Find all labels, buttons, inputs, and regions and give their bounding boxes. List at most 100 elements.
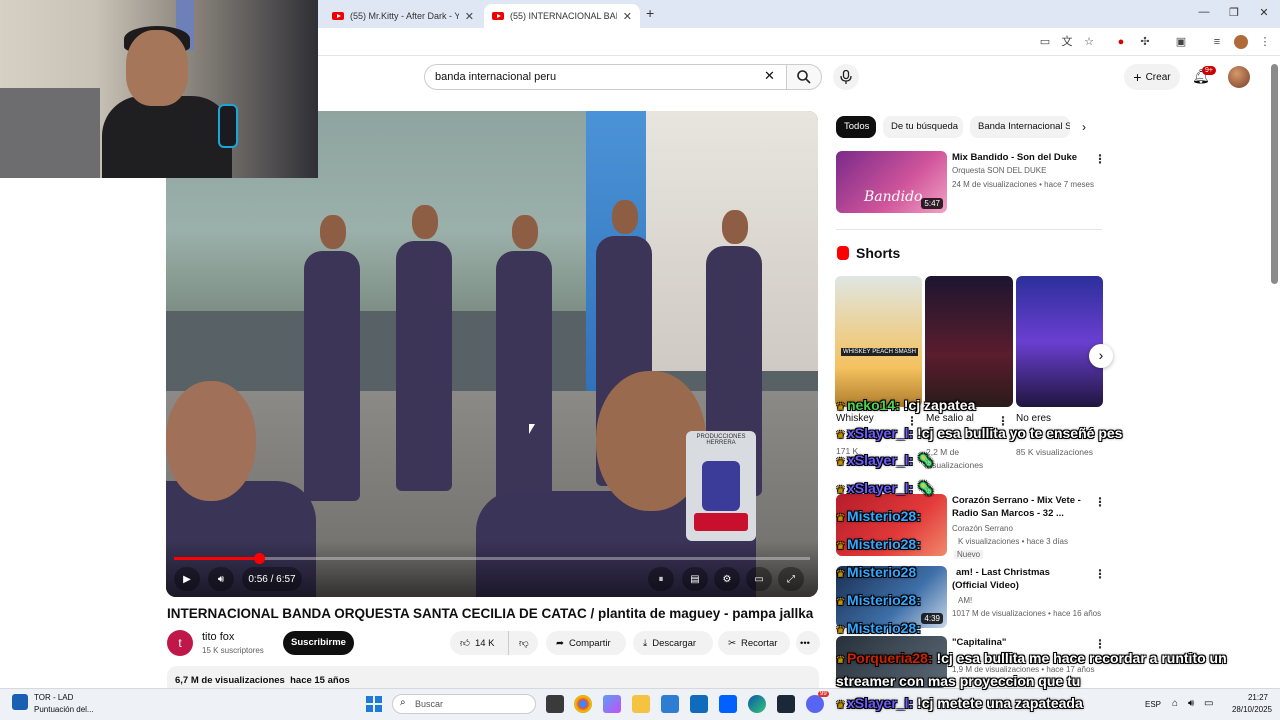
more-options-icon[interactable]: ⋮ xyxy=(1094,152,1106,166)
search-icon: ⌕ xyxy=(400,697,406,708)
like-button[interactable]: 👍︎ 14 K xyxy=(450,631,508,655)
shorts-next-button[interactable]: › xyxy=(1089,344,1113,368)
video-title[interactable]: Mix Bandido - Son del Duke xyxy=(952,151,1090,164)
minimize-button[interactable]: — xyxy=(1196,6,1212,18)
search-input[interactable]: banda internacional peru xyxy=(424,64,786,90)
windows-start-icon[interactable] xyxy=(366,696,382,712)
chat-message: ♛ Misterio28 xyxy=(836,564,917,580)
progress-bar[interactable] xyxy=(174,553,810,564)
more-options-icon[interactable]: ⋮ xyxy=(1094,567,1106,581)
chip-de-tu-busqueda[interactable]: De tu búsqueda xyxy=(883,116,963,138)
autoplay-toggle[interactable]: ⏸ xyxy=(648,567,674,591)
chat-text: !cj zapatea xyxy=(903,397,976,413)
more-options-icon[interactable]: ⋮ xyxy=(1094,495,1106,509)
network-icon[interactable]: ⌂ xyxy=(1172,698,1178,709)
short-title[interactable]: Whiskey xyxy=(836,413,874,424)
steam-icon[interactable] xyxy=(777,695,795,713)
copilot-icon[interactable] xyxy=(603,695,621,713)
menu-dots-icon[interactable]: ⋮ xyxy=(1258,35,1272,49)
channel-name[interactable]: AM! xyxy=(958,596,972,605)
video-player[interactable]: PRODUCCIONES HERRERA ▶ 🔊︎ 0:56 / 6:57 ⏸ … xyxy=(166,111,818,597)
settings-gear-icon[interactable]: ⚙ xyxy=(714,567,740,591)
profile-avatar[interactable] xyxy=(1234,35,1248,49)
clock-date[interactable]: 28/10/2025 xyxy=(1222,705,1272,714)
task-view-icon[interactable] xyxy=(546,695,564,713)
bookmark-star-icon[interactable]: ☆ xyxy=(1082,35,1096,49)
translate-icon[interactable]: 文 xyxy=(1060,35,1074,49)
chat-message: ♛ xSlayer_l: !cj metete una zapateada xyxy=(836,695,1083,711)
file-explorer-icon[interactable] xyxy=(632,695,650,713)
share-button[interactable]: ➦ Compartir xyxy=(546,631,626,655)
chip-banda-internacional[interactable]: Banda Internacional S xyxy=(970,116,1070,138)
short-thumbnail[interactable] xyxy=(1016,276,1103,407)
download-button[interactable]: ⤓ Descargar xyxy=(633,631,713,655)
tab-internacional-banda[interactable]: (55) INTERNACIONAL BANDA O ✕ xyxy=(484,4,640,28)
video-title[interactable]: Corazón Serrano - Mix Vete - xyxy=(952,494,1092,507)
weather-title[interactable]: TOR - LAD xyxy=(34,693,73,702)
chrome-icon[interactable] xyxy=(574,695,592,713)
chat-username: Porqueria28: xyxy=(846,650,933,666)
subtitles-button[interactable]: ▤ xyxy=(682,567,708,591)
clear-search-icon[interactable]: ✕ xyxy=(764,68,775,84)
chat-username: Misterio28: xyxy=(846,620,921,636)
chat-message: ♛ xSlayer_l: 🦠 xyxy=(836,452,935,468)
page-scrollbar[interactable] xyxy=(1271,64,1278,284)
chevron-right-icon[interactable]: › xyxy=(1082,120,1086,134)
close-icon[interactable]: ✕ xyxy=(465,10,474,23)
youtube-favicon-icon xyxy=(332,12,344,20)
channel-avatar[interactable]: t xyxy=(167,630,193,656)
fullscreen-button[interactable]: ⤢ xyxy=(778,567,804,591)
video-thumbnail[interactable]: Bandido 5:47 xyxy=(836,151,947,213)
tab-search-icon[interactable]: ▣ xyxy=(1174,35,1188,49)
short-views: 2,2 M de visualizaciones xyxy=(926,447,984,470)
video-title: INTERNACIONAL BANDA ORQUESTA SANTA CECIL… xyxy=(167,606,814,621)
media-control-icon[interactable]: ≡ xyxy=(1210,35,1224,49)
time-display: 0:56 / 6:57 xyxy=(242,567,302,591)
clock-time[interactable]: 21:27 xyxy=(1232,693,1268,702)
input-language[interactable]: ESP xyxy=(1145,700,1161,709)
channel-name[interactable]: tito fox xyxy=(202,631,234,643)
dislike-button[interactable]: 👎︎ xyxy=(508,631,538,655)
tab-mr-kitty[interactable]: (55) Mr.Kitty - After Dark - YouT ✕ xyxy=(324,4,482,28)
discord-icon[interactable] xyxy=(806,695,824,713)
video-title[interactable]: am! - Last Christmas xyxy=(956,566,1092,579)
close-window-button[interactable]: ✕ xyxy=(1256,6,1272,19)
volume-button[interactable]: 🔊︎ xyxy=(208,567,234,591)
store-icon[interactable] xyxy=(661,695,679,713)
volume-icon[interactable]: 🔊︎ xyxy=(1188,698,1194,709)
opera-extension-icon[interactable]: ● xyxy=(1114,35,1128,49)
extensions-icon[interactable]: ✣ xyxy=(1138,35,1152,49)
video-title-line2[interactable]: (Official Video) xyxy=(952,579,1088,592)
clip-button[interactable]: ✂ Recortar xyxy=(718,631,790,655)
close-icon[interactable]: ✕ xyxy=(623,10,632,23)
download-label: Descargar xyxy=(652,637,697,649)
voice-search-button[interactable] xyxy=(833,64,859,90)
account-avatar[interactable] xyxy=(1228,66,1250,88)
short-title[interactable]: No eres xyxy=(1016,413,1051,424)
chip-todos[interactable]: Todos xyxy=(836,116,876,138)
search-button[interactable] xyxy=(786,64,822,90)
channel-name[interactable]: Corazón Serrano xyxy=(952,524,1013,533)
play-button[interactable]: ▶ xyxy=(174,567,200,591)
maximize-button[interactable]: ❐ xyxy=(1226,6,1242,19)
create-label: Crear xyxy=(1145,71,1171,83)
outlook-icon[interactable] xyxy=(690,695,708,713)
battery-icon[interactable]: ▭ xyxy=(1204,698,1213,709)
video-title-line2[interactable]: Radio San Marcos - 32 ... xyxy=(952,507,1092,520)
more-actions-button[interactable]: ••• xyxy=(796,631,820,655)
short-thumbnail[interactable] xyxy=(925,276,1013,407)
theater-mode-button[interactable]: ▭ xyxy=(746,567,772,591)
weather-widget-icon[interactable] xyxy=(12,694,28,710)
subscribe-button[interactable]: Suscribirme xyxy=(283,631,354,655)
new-tab-button[interactable]: + xyxy=(646,5,654,21)
view-stats: 6,7 M de visualizaciones hace 15 años xyxy=(175,675,350,686)
short-thumbnail[interactable]: WHISKEY PEACH SMASH xyxy=(835,276,922,407)
create-button[interactable]: + Crear xyxy=(1124,64,1180,90)
chat-username: xSlayer_l: xyxy=(846,452,914,468)
channel-name[interactable]: Orquesta SON DEL DUKE xyxy=(952,166,1046,175)
dropbox-icon[interactable] xyxy=(719,695,737,713)
cast-icon[interactable]: ▭ xyxy=(1038,35,1052,49)
edge-icon[interactable] xyxy=(748,695,766,713)
short-title[interactable]: Me salio al xyxy=(926,413,974,424)
taskbar-search-input[interactable]: Buscar xyxy=(392,694,536,714)
